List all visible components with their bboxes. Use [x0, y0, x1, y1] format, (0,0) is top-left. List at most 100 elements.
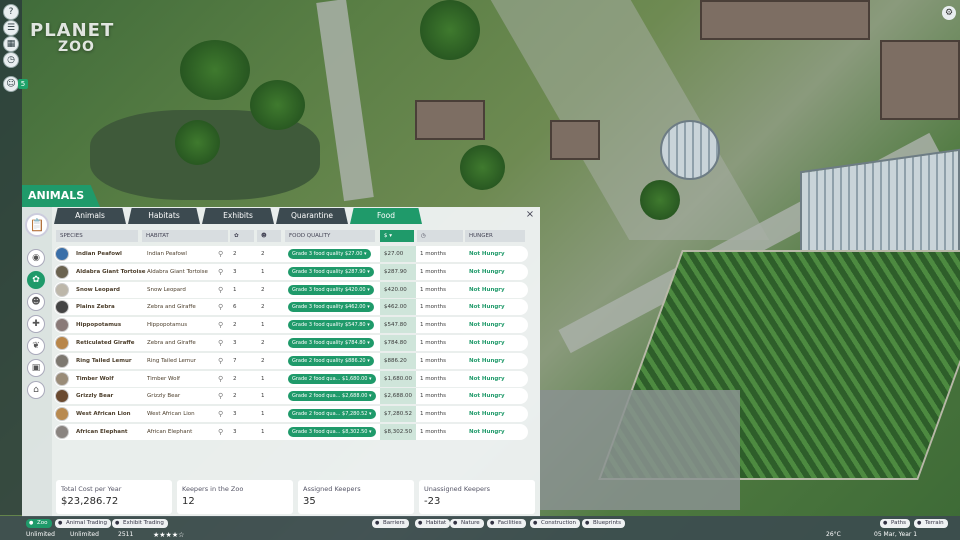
table-row[interactable]: West African Lion West African Lion ⚲ 3 1 Gra…	[54, 406, 528, 423]
column-species[interactable]: SPECIES	[56, 230, 138, 242]
column-habitat[interactable]: HABITAT	[142, 230, 228, 242]
food-quality-dropdown[interactable]: Grade 3 food quality $784.80 ▾	[288, 337, 374, 348]
animal-avatar[interactable]	[55, 300, 69, 315]
column-keeper-icon[interactable]: ☻	[257, 230, 281, 242]
food-quality-dropdown[interactable]: Grade 3 food qua... $8,302.50 ▾	[288, 426, 376, 437]
animal-avatar[interactable]	[55, 424, 69, 439]
food-quality-dropdown[interactable]: Grade 3 food quality $287.90 ▾	[288, 266, 374, 277]
location-pin-icon[interactable]: ⚲	[218, 406, 223, 422]
animal-trading-button[interactable]: Animal Trading	[55, 519, 111, 528]
food-quality-dropdown[interactable]: Grade 3 food quality $462.00 ▾	[288, 302, 374, 313]
table-row[interactable]: Indian Peafowl Indian Peafowl ⚲ 2 2 Grade 3 f…	[54, 246, 528, 262]
tab-habitats[interactable]: Habitats	[128, 208, 200, 224]
habitat-button[interactable]: Habitat	[415, 519, 451, 528]
location-pin-icon[interactable]: ⚲	[218, 299, 223, 315]
zoo-button[interactable]: Zoo	[26, 519, 52, 528]
location-pin-icon[interactable]: ⚲	[218, 353, 223, 369]
location-pin-icon[interactable]: ⚲	[218, 371, 223, 387]
habitat-name[interactable]: Zebra and Giraffe	[147, 335, 196, 351]
calendar-icon[interactable]: ▦	[3, 36, 19, 52]
table-row[interactable]: Reticulated Giraffe Zebra and Giraffe ⚲ 3 2 G…	[54, 334, 528, 351]
column-time-icon[interactable]: ◷	[417, 230, 463, 242]
hunger-status: Not Hungry	[469, 375, 505, 382]
food-quality-dropdown[interactable]: Grade 2 food qua... $2,688.00 ▾	[288, 391, 376, 402]
habitat-name[interactable]: West African Lion	[147, 406, 195, 422]
table-row[interactable]: Snow Leopard Snow Leopard ⚲ 1 2 Grade 3 food …	[54, 281, 528, 298]
location-pin-icon[interactable]: ⚲	[218, 246, 223, 262]
food-quality-dropdown[interactable]: Grade 3 food quality $27.00 ▾	[288, 249, 371, 259]
tab-exhibits[interactable]: Exhibits	[202, 208, 274, 224]
table-row[interactable]: Ring Tailed Lemur Ring Tailed Lemur ⚲ 7 2 Gra…	[54, 352, 528, 369]
help-icon[interactable]: ?	[3, 4, 19, 20]
location-pin-icon[interactable]: ⚲	[218, 317, 223, 333]
habitat-name[interactable]: Zebra and Giraffe	[147, 299, 196, 315]
hunger-status: Not Hungry	[469, 304, 505, 311]
search-animal-icon[interactable]: ◉	[27, 249, 45, 267]
staff-icon[interactable]: ☺	[3, 76, 19, 92]
trading-icon[interactable]: ⌂	[27, 381, 45, 399]
animal-avatar[interactable]	[55, 353, 69, 368]
location-pin-icon[interactable]: ⚲	[218, 424, 223, 440]
table-row[interactable]: Grizzly Bear Grizzly Bear ⚲ 2 1 Grade 2 food …	[54, 388, 528, 405]
habitat-name[interactable]: Ring Tailed Lemur	[147, 353, 196, 369]
column-paw-icon[interactable]: ✿	[230, 230, 254, 242]
food-quality-dropdown[interactable]: Grade 3 food quality $420.00 ▾	[288, 284, 374, 295]
habitat-name[interactable]: Timber Wolf	[147, 371, 180, 387]
paths-button[interactable]: Paths	[880, 519, 910, 528]
column-food-quality[interactable]: FOOD QUALITY	[285, 230, 375, 242]
species-name: Plains Zebra	[76, 304, 115, 311]
habitat-name[interactable]: Hippopotamus	[147, 317, 187, 333]
left-toolbar: ? ☰ ▦ ◷ ☺ 5	[0, 0, 28, 515]
location-pin-icon[interactable]: ⚲	[218, 264, 223, 280]
tab-quarantine[interactable]: Quarantine	[276, 208, 348, 224]
barriers-button[interactable]: Barriers	[372, 519, 409, 528]
location-pin-icon[interactable]: ⚲	[218, 388, 223, 404]
close-icon[interactable]: ×	[525, 210, 535, 220]
terrain-button[interactable]: Terrain	[914, 519, 948, 528]
animal-avatar[interactable]	[55, 389, 69, 404]
location-pin-icon[interactable]: ⚲	[218, 282, 223, 298]
tab-food[interactable]: Food	[350, 208, 422, 224]
column-cost-sort[interactable]: $ ▾	[380, 230, 414, 242]
animal-avatar[interactable]	[55, 282, 69, 297]
settings-gear-icon[interactable]: ⚙	[942, 6, 956, 20]
food-quality-dropdown[interactable]: Grade 2 food qua... $7,280.52 ▾	[288, 409, 376, 420]
animal-avatar[interactable]	[55, 247, 69, 261]
location-pin-icon[interactable]: ⚲	[218, 335, 223, 351]
animal-avatar[interactable]	[55, 407, 69, 422]
table-row[interactable]: Plains Zebra Zebra and Giraffe ⚲ 6 2 Grade 3 …	[54, 299, 528, 316]
table-row[interactable]: African Elephant African Elephant ⚲ 3 1 Grade…	[54, 423, 528, 440]
habitat-name[interactable]: African Elephant	[147, 424, 192, 440]
construction-button[interactable]: Construction	[530, 519, 581, 528]
table-row[interactable]: Aldabra Giant Tortoise Aldabra Giant Tort…	[54, 263, 528, 280]
exhibit-trading-button[interactable]: Exhibit Trading	[112, 519, 168, 528]
menu-icon[interactable]: ☰	[3, 20, 19, 36]
food-cost: $287.90	[380, 263, 416, 280]
animal-avatar[interactable]	[55, 264, 69, 279]
food-quality-dropdown[interactable]: Grade 3 food quality $547.80 ▾	[288, 320, 374, 331]
exhibit-icon[interactable]: ▣	[27, 359, 45, 377]
tab-animals[interactable]: Animals	[54, 208, 126, 224]
table-row[interactable]: Hippopotamus Hippopotamus ⚲ 2 1 Grade 3 food …	[54, 317, 528, 334]
clipboard-icon[interactable]: 📋	[25, 213, 49, 237]
food-quality-dropdown[interactable]: Grade 2 food quality $886.20 ▾	[288, 355, 374, 366]
habitat-name[interactable]: Snow Leopard	[147, 282, 186, 298]
food-quality-dropdown[interactable]: Grade 2 food qua... $1,680.00 ▾	[288, 373, 376, 384]
enrichment-icon[interactable]: ❦	[27, 337, 45, 355]
habitat-name[interactable]: Grizzly Bear	[147, 388, 180, 404]
column-hunger[interactable]: HUNGER	[465, 230, 525, 242]
animal-avatar[interactable]	[55, 371, 69, 386]
animal-avatar[interactable]	[55, 335, 69, 350]
table-row[interactable]: Timber Wolf Timber Wolf ⚲ 2 1 Grade 2 food qu…	[54, 370, 528, 387]
paw-icon[interactable]: ✿	[27, 271, 45, 289]
vet-icon[interactable]: ✚	[27, 315, 45, 333]
clock-icon[interactable]: ◷	[3, 52, 19, 68]
facilities-button[interactable]: Facilities	[487, 519, 526, 528]
duration: 1 months	[420, 339, 446, 346]
keeper-icon[interactable]: ☻	[27, 293, 45, 311]
habitat-name[interactable]: Aldabra Giant Tortoise	[147, 264, 208, 280]
blueprints-button[interactable]: Blueprints	[582, 519, 625, 528]
animal-avatar[interactable]	[55, 318, 69, 333]
nature-button[interactable]: Nature	[450, 519, 484, 528]
habitat-name[interactable]: Indian Peafowl	[147, 246, 187, 262]
